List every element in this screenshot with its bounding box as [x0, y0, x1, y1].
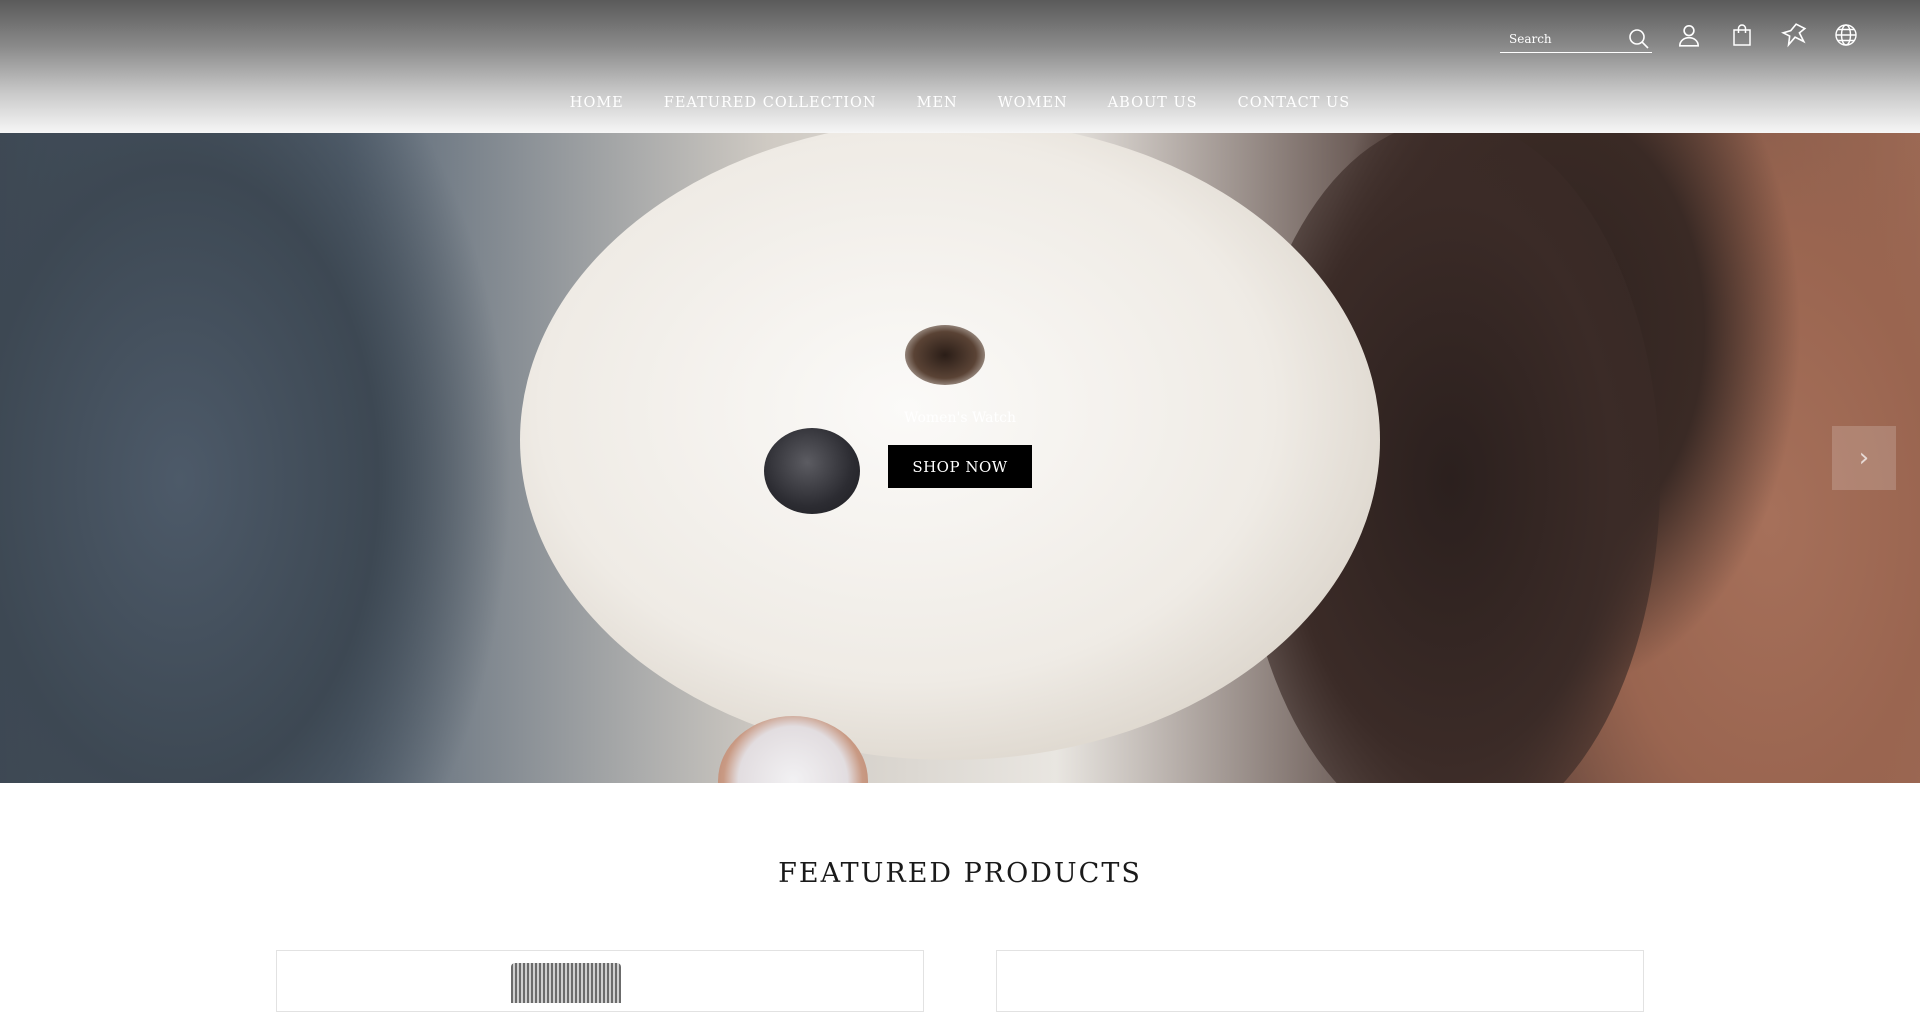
chevron-right-icon: › [1858, 443, 1870, 473]
search-icon [1629, 29, 1649, 49]
product-card[interactable] [276, 950, 924, 1012]
hero-dog-nose-shape [764, 428, 860, 514]
search-button[interactable] [1624, 24, 1654, 54]
shop-now-button[interactable]: SHOP NOW [888, 445, 1032, 488]
cart-icon [1733, 24, 1751, 46]
wishlist-button[interactable] [1779, 20, 1809, 50]
hero-dog-shape [520, 120, 1380, 760]
nav-item-women[interactable]: WOMEN [998, 95, 1068, 119]
search-input[interactable] [1507, 28, 1621, 50]
main-navigation: HOME FEATURED COLLECTION MEN WOMEN ABOUT… [0, 95, 1920, 119]
nav-item-men[interactable]: MEN [917, 95, 958, 119]
nav-item-contact-us[interactable]: CONTACT US [1238, 95, 1351, 119]
hero-subtitle: Women's Watch [904, 410, 1016, 426]
nav-item-featured-collection[interactable]: FEATURED COLLECTION [664, 95, 877, 119]
nav-item-about-us[interactable]: ABOUT US [1108, 95, 1198, 119]
wishlist-icon [1781, 23, 1807, 48]
product-card[interactable] [996, 950, 1644, 1012]
language-button[interactable] [1831, 20, 1861, 50]
site-header: HOME FEATURED COLLECTION MEN WOMEN ABOUT… [0, 0, 1920, 133]
nav-item-home[interactable]: HOME [570, 95, 624, 119]
hero-dog-eye-shape [905, 325, 985, 385]
account-button[interactable] [1674, 20, 1704, 50]
product-image [511, 963, 621, 1003]
hero-next-slide-button[interactable]: › [1832, 426, 1896, 490]
globe-icon [1835, 24, 1857, 46]
featured-products-title: FEATURED PRODUCTS [778, 858, 1142, 889]
search-bar [1500, 22, 1652, 53]
account-icon [1678, 24, 1700, 47]
cart-button[interactable] [1727, 20, 1757, 50]
